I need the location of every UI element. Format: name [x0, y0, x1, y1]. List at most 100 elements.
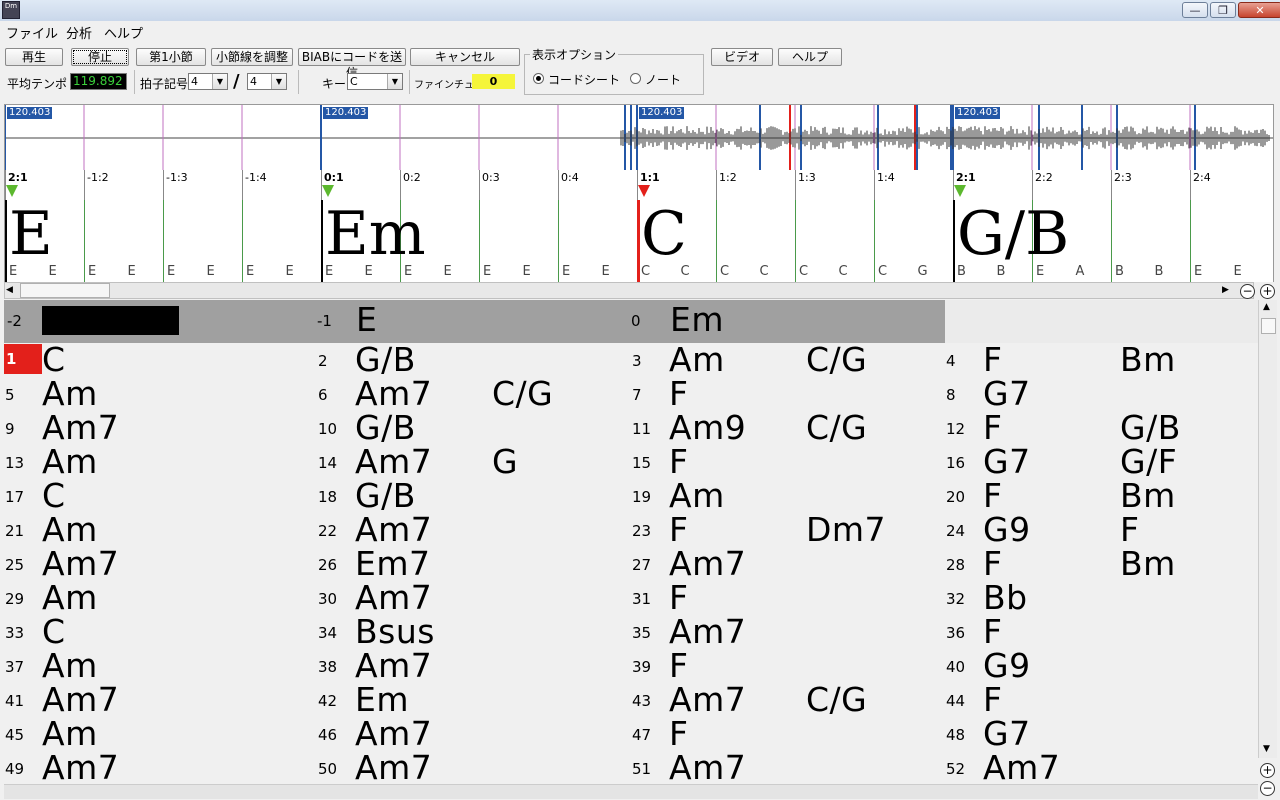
strip-bar-chord[interactable]: E — [9, 204, 53, 264]
bar-chord[interactable]: F — [983, 683, 1002, 717]
bar-chord[interactable]: F — [669, 717, 688, 751]
play-button[interactable]: 再生 — [5, 48, 63, 66]
bar-chord[interactable]: F — [983, 615, 1002, 649]
bar-chord[interactable]: Am — [669, 479, 725, 513]
bar-chord[interactable]: Am7 — [669, 615, 746, 649]
bar-chord-second[interactable]: Bm — [1120, 547, 1176, 581]
help-button[interactable]: ヘルプ — [778, 48, 842, 66]
scrollbar-thumb[interactable] — [1261, 318, 1276, 334]
bar-marker-icon[interactable] — [954, 185, 966, 197]
bar-chord[interactable]: Am — [42, 377, 98, 411]
tempo-marker[interactable]: 120.403 — [639, 107, 685, 119]
bar-chord[interactable]: F — [983, 479, 1002, 513]
bar-chord[interactable]: F — [669, 377, 688, 411]
bar-chord[interactable]: F — [669, 513, 688, 547]
cancel-button[interactable]: キャンセル — [410, 48, 520, 66]
bar-chord[interactable]: Am7 — [42, 547, 119, 581]
bar-chord-second[interactable]: G — [492, 445, 518, 479]
bar-marker-icon[interactable] — [322, 185, 334, 197]
bar-chord[interactable]: C — [42, 479, 66, 513]
bar-chord[interactable]: Am7 — [355, 717, 432, 751]
bar-chord[interactable]: Em — [670, 303, 724, 337]
bar-chord[interactable]: F — [983, 547, 1002, 581]
bottom-scrollbar[interactable] — [4, 784, 1258, 799]
bar-chord[interactable]: Am7 — [42, 683, 119, 717]
chord-sheet-grid[interactable]: -2 -1 E 0 Em 1 C 2 G/B 3 Am C/G 4 F Bm 5 Am 6 Am7 C/G 7… — [4, 300, 1258, 784]
chevron-down-icon[interactable]: ▼ — [387, 74, 402, 89]
bar-chord[interactable]: Am — [42, 717, 98, 751]
bar-chord[interactable]: Bsus — [355, 615, 435, 649]
bar-chord[interactable]: C — [42, 343, 66, 377]
bar-chord-second[interactable]: Dm7 — [806, 513, 886, 547]
bar-chord[interactable]: Bb — [983, 581, 1028, 615]
bar-chord-second[interactable]: C/G — [806, 411, 867, 445]
bar-chord-second[interactable]: C/G — [806, 343, 867, 377]
strip-bar-chord[interactable]: Em — [325, 204, 426, 264]
strip-bar-chord[interactable]: C — [641, 204, 687, 264]
playhead-marker-icon[interactable] — [638, 185, 650, 197]
scroll-up-icon[interactable]: ▲ — [1263, 302, 1270, 312]
scroll-down-icon[interactable]: ▼ — [1263, 744, 1270, 754]
bar-chord[interactable]: Am7 — [983, 751, 1060, 785]
minimize-button[interactable]: — — [1182, 2, 1208, 18]
video-button[interactable]: ビデオ — [711, 48, 773, 66]
bar-chord[interactable]: Em — [355, 683, 409, 717]
bar-chord[interactable]: Am — [669, 343, 725, 377]
bar-chord[interactable]: F — [983, 343, 1002, 377]
zoom-in-icon[interactable]: + — [1260, 763, 1275, 778]
chevron-down-icon[interactable]: ▼ — [271, 74, 286, 89]
menu-file[interactable]: ファイル — [6, 23, 58, 42]
bar-chord-second[interactable]: Bm — [1120, 343, 1176, 377]
bar-chord[interactable]: F — [669, 445, 688, 479]
bar-chord[interactable]: Am7 — [355, 751, 432, 785]
bar-chord[interactable]: Am9 — [669, 411, 746, 445]
bar-chord[interactable]: Am — [42, 581, 98, 615]
scrollbar-thumb[interactable] — [20, 283, 110, 298]
key-select[interactable]: C ▼ — [347, 73, 403, 90]
bar-chord[interactable]: Am7 — [355, 377, 432, 411]
horizontal-scrollbar[interactable] — [4, 282, 1254, 299]
bar-chord[interactable]: Am — [42, 649, 98, 683]
adjust-bars-button[interactable]: 小節線を調整 — [211, 48, 293, 66]
tempo-marker[interactable]: 120.403 — [955, 107, 1001, 119]
stop-button[interactable]: 停止 — [71, 48, 129, 66]
zoom-out-icon[interactable]: − — [1260, 781, 1275, 796]
bar-chord[interactable]: Am7 — [42, 751, 119, 785]
chordsheet-radio[interactable] — [533, 73, 544, 84]
bar-chord-second[interactable]: F — [1120, 513, 1139, 547]
bar-chord-second[interactable]: Bm — [1120, 479, 1176, 513]
zoom-out-icon[interactable]: − — [1240, 284, 1255, 299]
scroll-right-icon[interactable]: ▶ — [1222, 285, 1229, 295]
scroll-left-icon[interactable]: ◀ — [6, 285, 13, 295]
notes-radio[interactable] — [630, 73, 641, 84]
bar-chord[interactable]: Am7 — [42, 411, 119, 445]
bar-chord[interactable]: F — [983, 411, 1002, 445]
bar-chord-second[interactable]: G/F — [1120, 445, 1177, 479]
close-button[interactable]: ✕ — [1238, 2, 1280, 18]
bar-chord[interactable]: G7 — [983, 377, 1031, 411]
bar-chord[interactable]: G/B — [355, 343, 416, 377]
tempo-marker[interactable]: 120.403 — [323, 107, 369, 119]
time-sig-numerator-select[interactable]: 4 ▼ — [188, 73, 228, 90]
bar-chord[interactable]: G/B — [355, 479, 416, 513]
zoom-in-icon[interactable]: + — [1260, 284, 1275, 299]
bar-chord[interactable]: F — [669, 649, 688, 683]
bar-chord[interactable]: G9 — [983, 513, 1031, 547]
bar-chord-second[interactable]: C/G — [492, 377, 553, 411]
beat-ruler[interactable]: 2:1 -1:2 -1:3 -1:4 0:1 0:2 0:3 0:4 1:1 1:2 1:3 1:4 2… — [4, 170, 1274, 200]
bar-marker-icon[interactable] — [6, 185, 18, 197]
first-bar-button[interactable]: 第1小節 — [136, 48, 206, 66]
tempo-marker[interactable]: 120.403 — [7, 107, 53, 119]
bar-chord[interactable]: C — [42, 615, 66, 649]
vertical-scrollbar[interactable]: ▲ ▼ — [1258, 300, 1277, 758]
chord-strip[interactable]: E Em C G/B E E E E E E E E E E E E E E E E C C C C C C C G B B E A B B E E — [4, 200, 1274, 282]
bar-chord[interactable]: Em7 — [355, 547, 431, 581]
time-sig-denominator-select[interactable]: 4 ▼ — [247, 73, 287, 90]
bar-chord[interactable]: Am — [42, 513, 98, 547]
current-selection-block[interactable] — [42, 306, 179, 335]
bar-chord[interactable]: Am7 — [355, 513, 432, 547]
bar-chord[interactable]: Am7 — [669, 751, 746, 785]
bar-chord-second[interactable]: G/B — [1120, 411, 1181, 445]
bar-chord[interactable]: Am7 — [669, 547, 746, 581]
bar-chord[interactable]: Am7 — [355, 445, 432, 479]
